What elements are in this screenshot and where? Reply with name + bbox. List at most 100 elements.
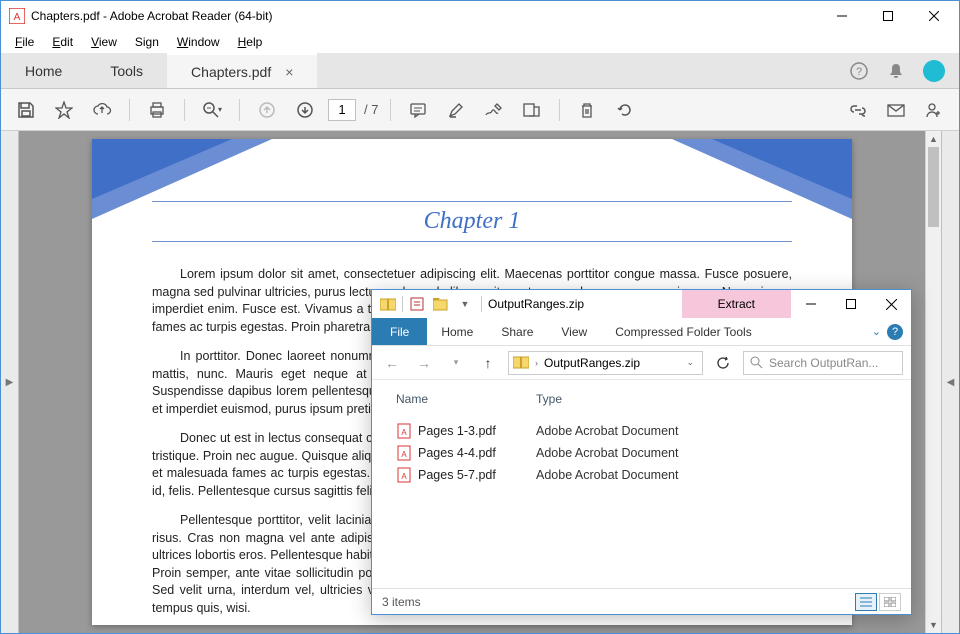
svg-text:A: A	[401, 472, 407, 481]
new-folder-icon[interactable]	[431, 294, 451, 314]
page-down-icon[interactable]	[290, 95, 320, 125]
delete-icon[interactable]	[572, 95, 602, 125]
column-name[interactable]: Name	[396, 392, 536, 406]
column-type[interactable]: Type	[536, 392, 887, 406]
large-icons-view-button[interactable]	[879, 593, 901, 611]
pdf-file-icon: A	[396, 467, 412, 483]
file-type: Adobe Acrobat Document	[536, 424, 678, 438]
user-avatar[interactable]	[923, 60, 945, 82]
window-title: Chapters.pdf - Adobe Acrobat Reader (64-…	[31, 9, 819, 23]
zip-folder-icon	[513, 355, 529, 371]
contextual-tab-extract[interactable]: Extract	[682, 290, 791, 318]
ribbon-tab-compressed-tools[interactable]: Compressed Folder Tools	[601, 318, 766, 345]
file-type: Adobe Acrobat Document	[536, 446, 678, 460]
column-headers[interactable]: Name Type	[396, 388, 887, 410]
nav-back-icon[interactable]: ←	[380, 351, 404, 375]
address-bar[interactable]: › OutputRanges.zip ⌄	[508, 351, 703, 375]
qat-dropdown-icon[interactable]: ▼	[455, 294, 475, 314]
rotate-icon[interactable]	[610, 95, 640, 125]
menu-edit[interactable]: Edit	[44, 33, 81, 51]
ribbon-expand-icon[interactable]: ⌄	[872, 325, 881, 338]
zip-folder-icon	[378, 294, 398, 314]
share-people-icon[interactable]	[919, 95, 949, 125]
explorer-nav-row: ← → ▾ ↑ › OutputRanges.zip ⌄ Search Outp…	[372, 346, 911, 380]
star-icon[interactable]	[49, 95, 79, 125]
close-button[interactable]	[911, 1, 957, 31]
save-icon[interactable]	[11, 95, 41, 125]
scroll-down-icon[interactable]: ▼	[926, 617, 941, 633]
address-dropdown-icon[interactable]: ⌄	[682, 357, 698, 368]
nav-forward-icon[interactable]: →	[412, 351, 436, 375]
menu-sign[interactable]: Sign	[127, 33, 167, 51]
file-row[interactable]: APages 4-4.pdfAdobe Acrobat Document	[396, 442, 887, 464]
ribbon-tab-share[interactable]: Share	[487, 318, 547, 345]
menu-view[interactable]: View	[83, 33, 125, 51]
page-total-label: / 7	[364, 102, 378, 117]
explorer-close-button[interactable]	[871, 290, 911, 318]
file-name: Pages 5-7.pdf	[418, 468, 536, 482]
svg-text:A: A	[14, 12, 21, 23]
status-item-count: 3 items	[382, 595, 421, 609]
file-type: Adobe Acrobat Document	[536, 468, 678, 482]
file-row[interactable]: A Pages 1-3.pdfAdobe Acrobat Document	[396, 420, 887, 442]
menu-window[interactable]: Window	[169, 33, 228, 51]
scroll-thumb[interactable]	[928, 147, 939, 227]
right-panel-handle[interactable]: ◀	[941, 131, 959, 633]
nav-recent-dropdown-icon[interactable]: ▾	[444, 351, 468, 375]
decorative-triangle-top-left	[92, 139, 272, 219]
tab-close-icon[interactable]: ×	[285, 64, 293, 80]
minimize-button[interactable]	[819, 1, 865, 31]
tab-document-label: Chapters.pdf	[191, 64, 271, 80]
details-view-button[interactable]	[855, 593, 877, 611]
cloud-upload-icon[interactable]	[87, 95, 117, 125]
explorer-title: OutputRanges.zip	[488, 297, 584, 311]
address-text: OutputRanges.zip	[544, 356, 640, 370]
ribbon-help-icon[interactable]: ?	[887, 324, 903, 340]
page-up-icon[interactable]	[252, 95, 282, 125]
pdf-file-icon: A	[396, 423, 412, 439]
toolbar: ▾ / 7	[1, 89, 959, 131]
explorer-minimize-button[interactable]	[791, 290, 831, 318]
bell-icon[interactable]	[887, 62, 905, 80]
file-explorer-window: ▼ OutputRanges.zip Extract File Home Sha…	[371, 289, 912, 615]
maximize-button[interactable]	[865, 1, 911, 31]
properties-icon[interactable]	[407, 294, 427, 314]
page-number-input[interactable]	[328, 99, 356, 121]
sign-icon[interactable]	[479, 95, 509, 125]
explorer-status-bar: 3 items	[372, 588, 911, 614]
highlight-icon[interactable]	[441, 95, 471, 125]
ribbon-tab-view[interactable]: View	[547, 318, 601, 345]
svg-text:A: A	[401, 450, 407, 459]
search-icon	[750, 356, 763, 369]
ribbon-tab-file[interactable]: File	[372, 318, 427, 345]
stamp-icon[interactable]	[517, 95, 547, 125]
file-row[interactable]: A Pages 5-7.pdfAdobe Acrobat Document	[396, 464, 887, 486]
svg-text:A: A	[401, 428, 407, 437]
pdf-file-icon: A	[396, 445, 412, 461]
comment-icon[interactable]	[403, 95, 433, 125]
tab-home[interactable]: Home	[1, 53, 86, 88]
nav-up-icon[interactable]: ↑	[476, 351, 500, 375]
tab-tools[interactable]: Tools	[86, 53, 167, 88]
search-placeholder: Search OutputRan...	[769, 356, 878, 370]
explorer-maximize-button[interactable]	[831, 290, 871, 318]
titlebar: A Chapters.pdf - Adobe Acrobat Reader (6…	[1, 1, 959, 31]
link-icon[interactable]	[843, 95, 873, 125]
file-name: Pages 1-3.pdf	[418, 424, 536, 438]
menu-file[interactable]: File	[7, 33, 42, 51]
help-icon[interactable]: ?	[849, 61, 869, 81]
print-icon[interactable]	[142, 95, 172, 125]
left-panel-handle[interactable]: ▶	[1, 131, 19, 633]
email-icon[interactable]	[881, 95, 911, 125]
svg-text:?: ?	[856, 66, 862, 78]
refresh-icon[interactable]	[711, 351, 735, 375]
tab-document[interactable]: Chapters.pdf ×	[167, 53, 317, 88]
search-box[interactable]: Search OutputRan...	[743, 351, 903, 375]
scroll-up-icon[interactable]: ▲	[926, 131, 941, 147]
explorer-ribbon: File Home Share View Compressed Folder T…	[372, 318, 911, 346]
menu-help[interactable]: Help	[230, 33, 271, 51]
ribbon-tab-home[interactable]: Home	[427, 318, 487, 345]
breadcrumb-chevron-icon[interactable]: ›	[535, 358, 538, 368]
vertical-scrollbar[interactable]: ▲ ▼	[925, 131, 941, 633]
zoom-icon[interactable]: ▾	[197, 95, 227, 125]
